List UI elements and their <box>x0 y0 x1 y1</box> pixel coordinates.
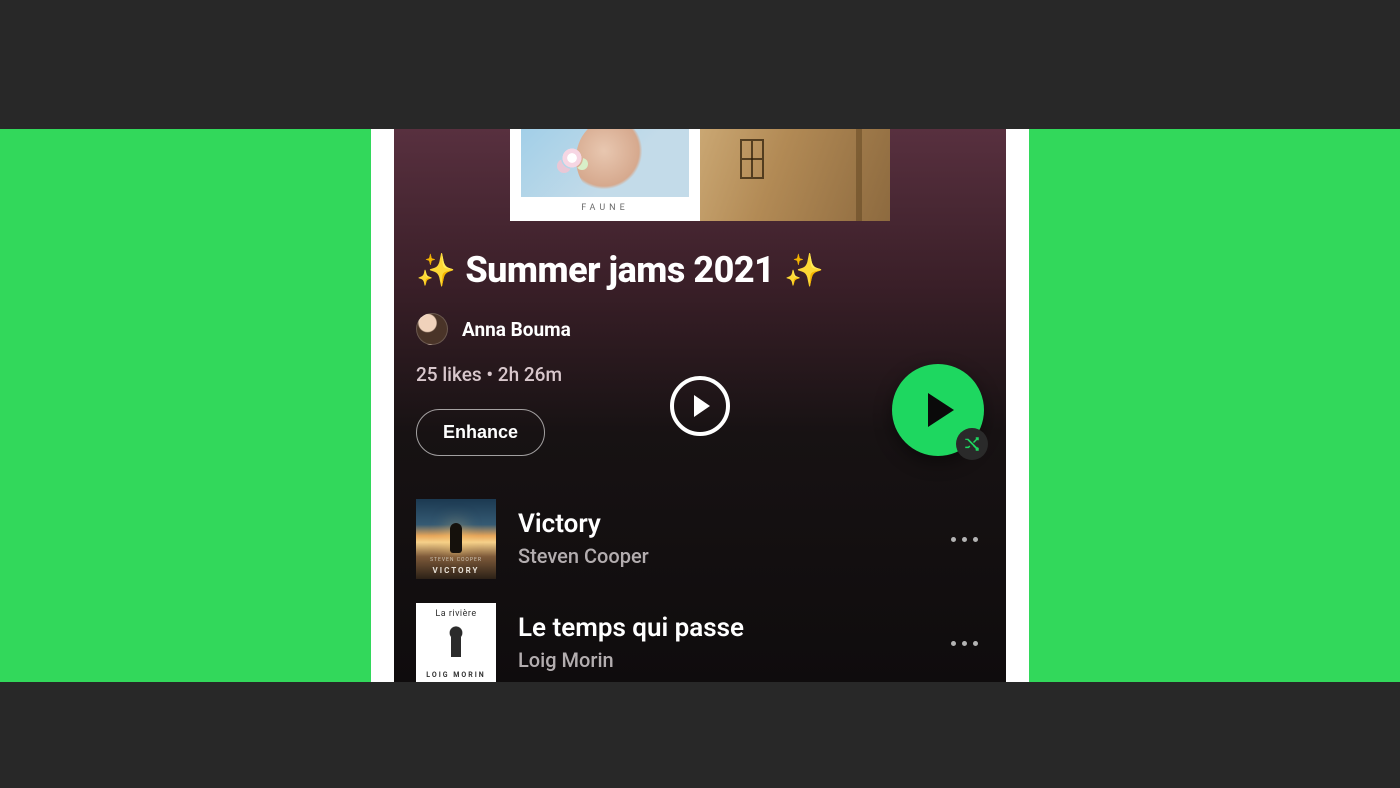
app-screen: FAUNE ✨ Summer jams 2021 ✨ Anna Bouma 25… <box>394 129 1006 682</box>
sparkle-icon: ✨ <box>416 254 455 286</box>
track-artwork: La rivière LOIG MORIN <box>416 603 496 682</box>
track-artist: Steven Cooper <box>518 544 922 568</box>
track-artwork-text-top: STEVEN COOPER <box>416 557 496 563</box>
track-title: Victory <box>518 510 922 540</box>
more-icon <box>962 537 967 542</box>
more-icon <box>951 537 956 542</box>
track-artwork-text-bottom: VICTORY <box>416 566 496 575</box>
play-icon <box>928 393 954 427</box>
more-icon <box>962 641 967 646</box>
preview-play-button[interactable] <box>670 376 730 436</box>
track-title: Le temps qui passe <box>518 614 922 644</box>
playlist-title-row: ✨ Summer jams 2021 ✨ <box>416 249 984 291</box>
more-icon <box>951 641 956 646</box>
track-meta: Le temps qui passe Loig Morin <box>518 614 922 672</box>
track-artwork: STEVEN COOPER VICTORY <box>416 499 496 579</box>
track-row[interactable]: STEVEN COOPER VICTORY Victory Steven Coo… <box>416 487 984 591</box>
shuffle-icon <box>963 435 981 453</box>
track-artwork-text-bottom: LOIG MORIN <box>426 671 485 679</box>
avatar <box>416 313 448 345</box>
more-icon <box>973 641 978 646</box>
playlist-owner-name: Anna Bouma <box>462 318 571 341</box>
play-icon <box>694 395 710 417</box>
track-artist: Loig Morin <box>518 648 922 672</box>
sparkle-icon: ✨ <box>784 254 823 286</box>
playlist-cover-collage: FAUNE <box>510 129 890 221</box>
track-more-button[interactable] <box>944 519 984 559</box>
shuffle-badge[interactable] <box>956 428 988 460</box>
track-list: STEVEN COOPER VICTORY Victory Steven Coo… <box>416 487 984 682</box>
playlist-owner-row[interactable]: Anna Bouma <box>416 313 571 345</box>
cover-art-left-caption: FAUNE <box>581 203 628 213</box>
more-icon <box>973 537 978 542</box>
track-meta: Victory Steven Cooper <box>518 510 922 568</box>
track-artwork-text-top: La rivière <box>435 609 476 619</box>
enhance-button[interactable]: Enhance <box>416 409 545 456</box>
track-more-button[interactable] <box>944 623 984 663</box>
enhance-button-label: Enhance <box>443 422 518 442</box>
cover-art-left: FAUNE <box>510 129 700 221</box>
phone-frame: FAUNE ✨ Summer jams 2021 ✨ Anna Bouma 25… <box>371 129 1029 682</box>
playlist-stats: 25 likes • 2h 26m <box>416 363 562 386</box>
playlist-title: Summer jams 2021 <box>465 249 774 291</box>
cover-art-left-image <box>521 129 689 197</box>
track-row[interactable]: La rivière LOIG MORIN Le temps qui passe… <box>416 591 984 682</box>
cover-art-right <box>700 129 890 221</box>
play-button[interactable] <box>892 364 984 456</box>
